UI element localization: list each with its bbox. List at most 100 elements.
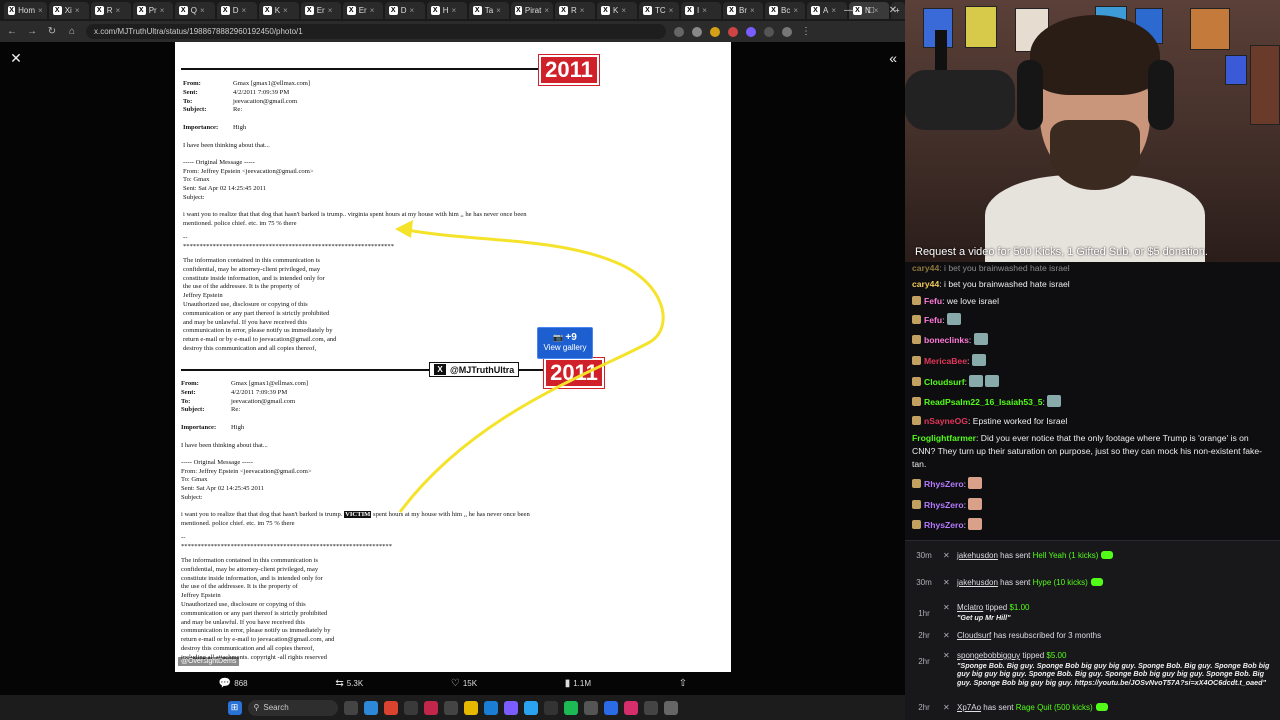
- tab-close-icon[interactable]: ×: [621, 6, 626, 15]
- start-icon[interactable]: ⊞: [227, 700, 242, 715]
- tab-close-icon[interactable]: ×: [328, 6, 333, 15]
- browser-tab[interactable]: X R ×: [555, 2, 595, 19]
- extension-icon[interactable]: [728, 26, 738, 37]
- maximize-icon[interactable]: □: [860, 0, 882, 21]
- menu-icon[interactable]: ⋮: [800, 26, 812, 37]
- profile-icon[interactable]: [782, 26, 792, 37]
- app-icon[interactable]: [663, 700, 678, 715]
- taskbar-search[interactable]: ⚲ Search: [247, 699, 338, 716]
- tab-close-icon[interactable]: ×: [38, 6, 43, 15]
- folder-icon[interactable]: [463, 700, 478, 715]
- app-icon[interactable]: [403, 700, 418, 715]
- browser-tab[interactable]: X Pr ×: [132, 2, 173, 19]
- event-user[interactable]: Mclatro: [957, 603, 983, 612]
- tab-close-icon[interactable]: ×: [283, 6, 288, 15]
- app-icon[interactable]: [543, 700, 558, 715]
- chat-username[interactable]: MericaBee: [924, 356, 967, 366]
- chat-username[interactable]: RhysZero: [924, 500, 964, 510]
- collapse-icon[interactable]: «: [889, 50, 897, 66]
- browser-tab[interactable]: X D ×: [384, 2, 425, 19]
- browser-tab[interactable]: X K ×: [597, 2, 637, 19]
- event-user[interactable]: Xp7Ao: [957, 703, 981, 712]
- extension-icon[interactable]: [764, 26, 774, 37]
- chat-username[interactable]: Fefu: [924, 315, 942, 325]
- like-button[interactable]: ♡ 15K: [451, 678, 477, 689]
- star-icon[interactable]: [692, 26, 702, 37]
- browser-tab[interactable]: X Bc ×: [765, 2, 805, 19]
- browser-tab[interactable]: X Er ×: [300, 2, 341, 19]
- share-button[interactable]: ⇧: [679, 678, 687, 689]
- browser-tab[interactable]: X Ta ×: [468, 2, 509, 19]
- browser-tab[interactable]: X Pirat ×: [510, 2, 553, 19]
- chat-username[interactable]: nSayneOG: [924, 416, 968, 426]
- chat-username[interactable]: Froglightfarmer: [912, 433, 976, 443]
- extension-icon[interactable]: [674, 26, 684, 37]
- tab-close-icon[interactable]: ×: [702, 6, 707, 15]
- forward-icon[interactable]: →: [26, 26, 38, 37]
- app-icon[interactable]: [643, 700, 658, 715]
- edge-icon[interactable]: [363, 700, 378, 715]
- extension-icon[interactable]: [710, 26, 720, 37]
- browser-tab[interactable]: X Er ×: [342, 2, 383, 19]
- browser-tab[interactable]: X TC ×: [639, 2, 679, 19]
- browser-tab[interactable]: X D ×: [216, 2, 257, 19]
- extension-icon[interactable]: [746, 26, 756, 37]
- tab-close-icon[interactable]: ×: [496, 6, 501, 15]
- event-user[interactable]: jakehusdon: [957, 551, 998, 560]
- browser-tab[interactable]: X I ×: [681, 2, 721, 19]
- tab-close-icon[interactable]: ×: [451, 6, 456, 15]
- app-icon[interactable]: [603, 700, 618, 715]
- tab-close-icon[interactable]: ×: [831, 6, 836, 15]
- browser-tab[interactable]: X R ×: [90, 2, 131, 19]
- tab-close-icon[interactable]: ×: [544, 6, 549, 15]
- reply-button[interactable]: 💬 868: [219, 678, 248, 689]
- app-icon[interactable]: [443, 700, 458, 715]
- minimize-icon[interactable]: —: [838, 0, 860, 21]
- tab-close-icon[interactable]: ×: [409, 6, 414, 15]
- event-user[interactable]: spongebobbigguy: [957, 651, 1020, 660]
- close-window-icon[interactable]: ✕: [882, 0, 904, 21]
- tab-close-icon[interactable]: ×: [370, 6, 375, 15]
- chat-username[interactable]: ReadPsalm22_16_Isaiah53_5: [924, 397, 1043, 407]
- browser-tab[interactable]: X K ×: [258, 2, 299, 19]
- event-user[interactable]: jakehusdon: [957, 578, 998, 587]
- browser-tab[interactable]: X Hom ×: [4, 2, 47, 19]
- chat-username[interactable]: cary44: [912, 263, 939, 273]
- tab-close-icon[interactable]: ×: [669, 6, 674, 15]
- chat-username[interactable]: cary44: [912, 279, 939, 289]
- chat-username[interactable]: Fefu: [924, 296, 942, 306]
- chrome-icon[interactable]: [383, 700, 398, 715]
- spotify-icon[interactable]: [563, 700, 578, 715]
- views-button[interactable]: ▮ 1.1M: [565, 678, 591, 689]
- chat-username[interactable]: Cloudsurf: [924, 377, 965, 387]
- event-user[interactable]: Cloudsurf: [957, 631, 991, 640]
- close-icon[interactable]: ✕: [8, 50, 24, 66]
- tab-close-icon[interactable]: ×: [793, 6, 798, 15]
- tab-close-icon[interactable]: ×: [115, 6, 120, 15]
- chat-username[interactable]: boneclinks: [924, 335, 969, 345]
- home-icon[interactable]: ⌂: [66, 26, 78, 37]
- browser-tab[interactable]: X H ×: [426, 2, 467, 19]
- chat-username[interactable]: RhysZero: [924, 520, 964, 530]
- view-gallery-button[interactable]: 📷 +9 View gallery: [537, 327, 593, 359]
- task-view-icon[interactable]: [343, 700, 358, 715]
- browser-tab[interactable]: X Br ×: [723, 2, 763, 19]
- app-icon[interactable]: [583, 700, 598, 715]
- chat-username[interactable]: RhysZero: [924, 479, 964, 489]
- tab-close-icon[interactable]: ×: [160, 6, 165, 15]
- app-icon[interactable]: [503, 700, 518, 715]
- steam-icon[interactable]: [483, 700, 498, 715]
- tab-close-icon[interactable]: ×: [241, 6, 246, 15]
- tab-close-icon[interactable]: ×: [75, 6, 80, 15]
- repost-button[interactable]: ⇆ 5.3K: [335, 678, 363, 689]
- browser-tab[interactable]: X Q ×: [174, 2, 215, 19]
- maps-icon[interactable]: [623, 700, 638, 715]
- tab-close-icon[interactable]: ×: [750, 6, 755, 15]
- tab-close-icon[interactable]: ×: [580, 6, 585, 15]
- app-icon[interactable]: [423, 700, 438, 715]
- tab-close-icon[interactable]: ×: [200, 6, 205, 15]
- back-icon[interactable]: ←: [6, 26, 18, 37]
- app-icon[interactable]: [523, 700, 538, 715]
- reload-icon[interactable]: ↻: [46, 26, 58, 37]
- url-field[interactable]: x.com/MJTruthUltra/status/19886788829601…: [86, 24, 666, 39]
